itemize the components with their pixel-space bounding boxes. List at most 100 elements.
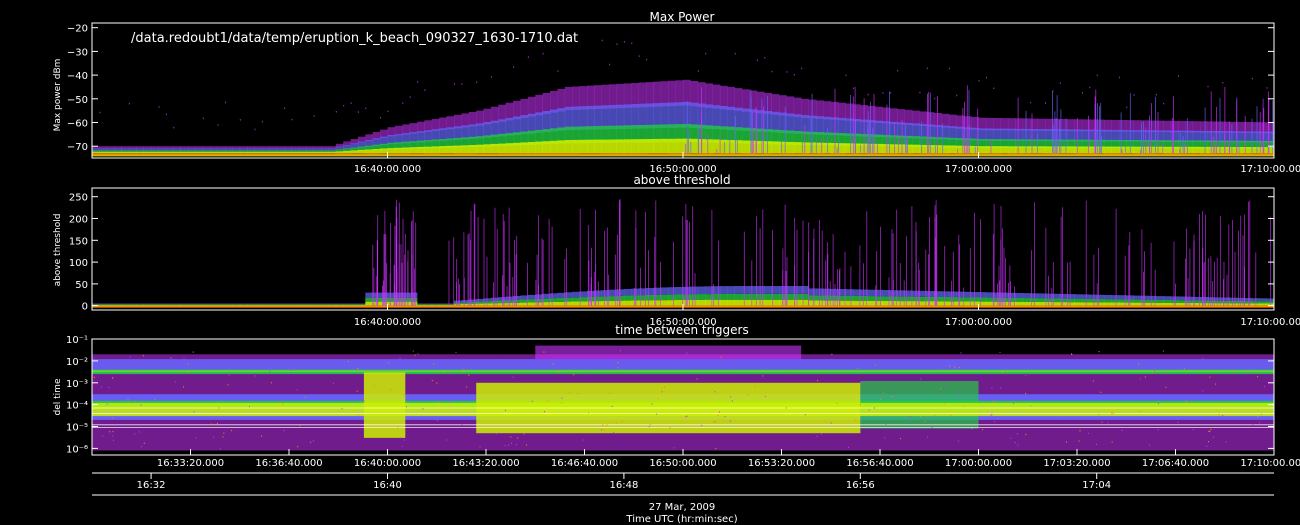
density-bin	[363, 400, 365, 402]
x-tick-label: 16:40	[373, 480, 402, 491]
density-bin	[128, 304, 137, 305]
density-bin	[543, 351, 545, 353]
density-bin	[1133, 295, 1142, 300]
density-bin	[112, 430, 114, 433]
density-bin	[216, 422, 218, 424]
density-bin	[107, 367, 108, 369]
density-bin	[121, 151, 130, 154]
density-bin	[495, 433, 497, 435]
density-bin	[978, 79, 980, 82]
density-bin	[1200, 121, 1208, 133]
density-bin	[1170, 130, 1179, 142]
density-bin	[742, 293, 750, 300]
density-bin	[1067, 294, 1075, 299]
density-bin	[225, 151, 233, 154]
density-bin	[1251, 131, 1260, 143]
density-bin	[1000, 297, 1009, 302]
density-bin	[129, 373, 131, 375]
density-bin	[254, 305, 263, 306]
x-tick-label: 16:33:20.000	[157, 458, 224, 469]
density-bin	[402, 301, 410, 306]
density-bin	[1074, 119, 1083, 132]
density-bin	[239, 151, 248, 154]
density-bin	[439, 304, 447, 305]
density-bin	[564, 297, 573, 302]
density-bin	[724, 416, 726, 418]
density-bin	[801, 293, 809, 300]
density-bin	[845, 289, 854, 296]
density-bin	[1037, 293, 1046, 299]
density-bin	[668, 300, 676, 306]
density-bin	[934, 97, 936, 100]
density-bin	[1237, 131, 1245, 143]
density-bin	[173, 304, 181, 305]
density-bin	[1104, 129, 1112, 142]
x-tick-label: 17:10:00.000	[1240, 317, 1300, 328]
density-bin	[513, 142, 521, 154]
density-bin	[690, 138, 699, 154]
density-bin	[1141, 120, 1149, 132]
y-tick-label: 200	[69, 215, 88, 226]
density-bin	[313, 303, 322, 305]
density-bin	[1170, 146, 1179, 154]
density-bin	[631, 104, 639, 129]
density-bin	[380, 148, 388, 154]
density-bin	[1155, 120, 1164, 132]
density-bin	[845, 103, 854, 121]
density-bin	[1155, 94, 1157, 96]
density-bin	[1022, 146, 1031, 154]
density-bin	[405, 406, 407, 408]
density-bin	[855, 419, 857, 421]
density-bin	[409, 96, 411, 98]
density-bin	[217, 124, 219, 126]
density-bin	[1178, 120, 1186, 133]
density-bin	[873, 407, 875, 409]
density-bin	[857, 367, 859, 369]
density-bin	[505, 102, 514, 121]
density-bin	[298, 305, 307, 306]
density-bin	[225, 304, 233, 305]
density-bin	[313, 304, 322, 305]
density-bin	[1163, 102, 1165, 105]
density-bin	[875, 143, 883, 154]
density-bin	[1015, 293, 1024, 299]
density-bin	[845, 118, 854, 136]
density-bin	[261, 120, 263, 123]
density-bin	[920, 416, 922, 418]
density-bin	[786, 141, 795, 154]
density-bin	[129, 356, 131, 358]
density-bin	[668, 102, 676, 128]
density-bin	[261, 151, 270, 154]
density-bin	[232, 305, 241, 306]
density-bin	[313, 305, 322, 306]
density-bin	[343, 105, 345, 107]
density-bin	[572, 139, 580, 154]
density-bin	[852, 119, 861, 137]
density-bin	[727, 293, 735, 300]
density-bin	[1000, 128, 1009, 141]
density-bin	[646, 300, 654, 306]
density-bin	[920, 378, 922, 380]
density-bin	[195, 303, 204, 305]
density-bin	[960, 352, 962, 354]
density-bin	[461, 125, 470, 140]
density-bin	[1185, 130, 1194, 142]
density-bin	[476, 81, 478, 83]
density-bin	[730, 396, 732, 398]
density-bin	[948, 67, 950, 70]
density-bin	[701, 424, 703, 426]
density-bin	[1104, 146, 1112, 154]
density-bin	[523, 433, 525, 435]
density-bin	[550, 298, 558, 302]
density-bin	[572, 106, 580, 130]
density-bin	[195, 305, 204, 306]
density-bin	[113, 439, 114, 441]
density-bin	[1074, 294, 1083, 299]
density-bin	[956, 301, 964, 306]
density-bin	[1206, 445, 1208, 447]
density-bin	[885, 423, 887, 425]
density-bin	[719, 286, 728, 294]
density-bin	[685, 416, 687, 418]
density-bin	[1259, 422, 1261, 424]
density-bin	[158, 303, 167, 305]
